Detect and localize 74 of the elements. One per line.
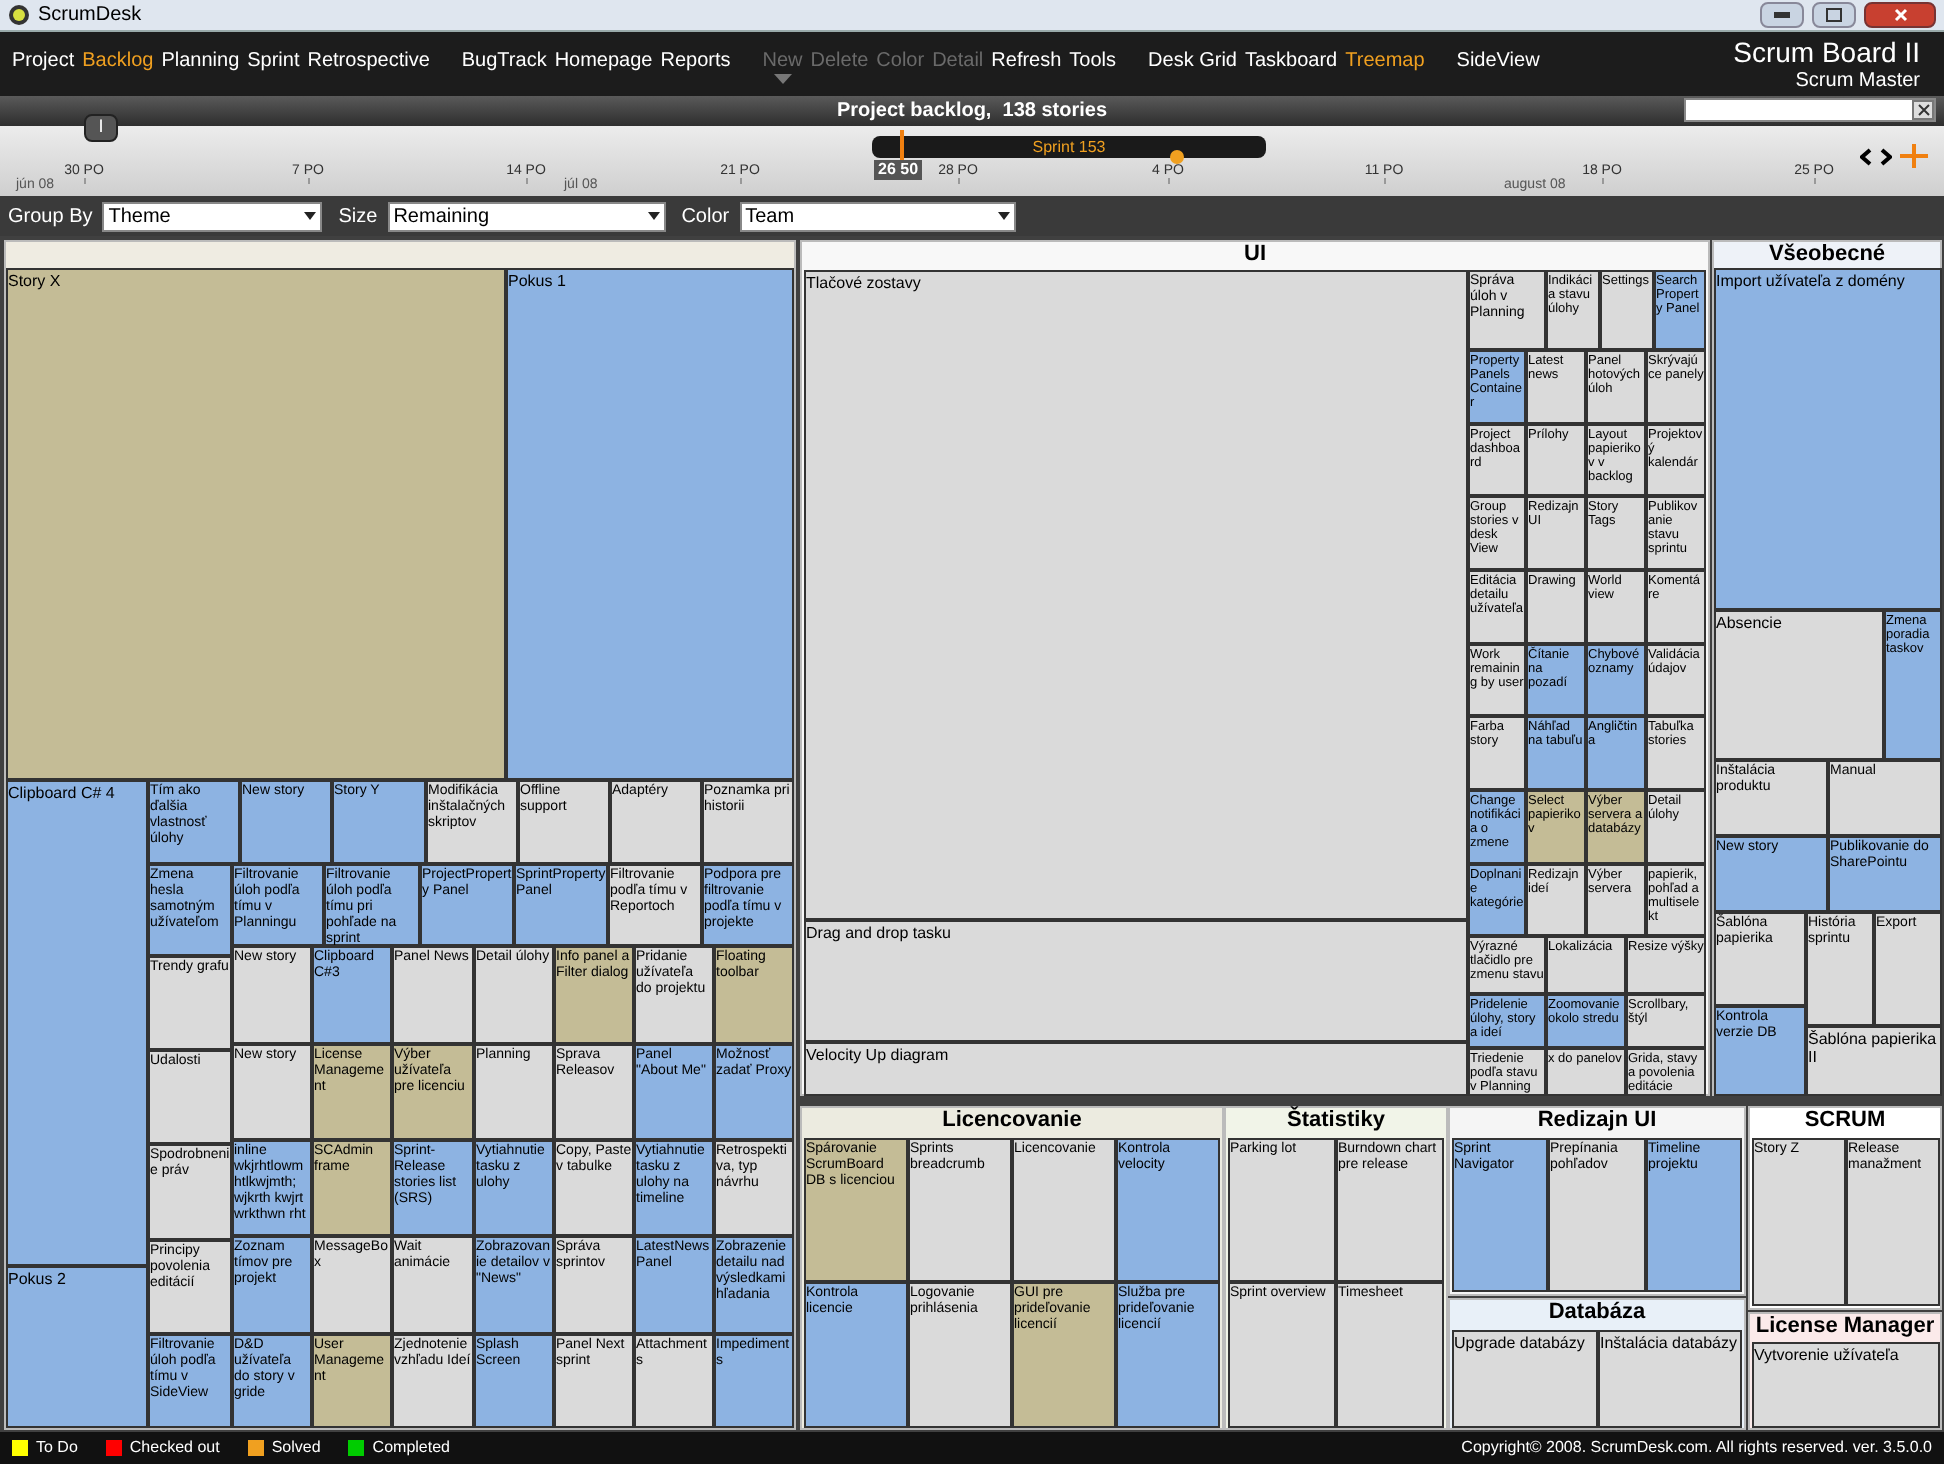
maximize-icon: [1826, 8, 1842, 22]
dropdown-caret-icon: [773, 74, 792, 84]
menu-item[interactable]: Backlog: [82, 50, 154, 74]
story-tile[interactable]: Pokus 2: [6, 1266, 148, 1428]
menu-item: Delete: [810, 50, 869, 74]
caret-icon: [997, 212, 1010, 220]
theme-title: Licencovanie: [940, 1108, 1084, 1134]
caret-icon: [647, 212, 660, 220]
sprint-bar[interactable]: Sprint 153: [872, 136, 1266, 158]
story-tile[interactable]: Šablóna papierika II: [1806, 1026, 1942, 1096]
theme-title: Databáza: [1546, 1300, 1648, 1326]
field-label: Group By: [8, 203, 93, 231]
backlog-title: Project backlog, 138 stories: [836, 98, 1108, 126]
clear-icon: [1917, 104, 1929, 116]
menu-item[interactable]: Sprint: [247, 50, 300, 74]
clear-button[interactable]: [1912, 100, 1934, 120]
story-tile[interactable]: Vytvorenie užívateľa: [1752, 1342, 1940, 1428]
menu-item[interactable]: Planning: [161, 50, 240, 74]
menu-item: Detail: [932, 50, 984, 74]
scroll-right-icon[interactable]: [1880, 147, 1892, 165]
menu-item[interactable]: Refresh: [991, 50, 1062, 74]
menu-item[interactable]: Reports: [660, 50, 731, 74]
story-tile[interactable]: Tlačové zostavy: [804, 270, 1468, 920]
today-label: 26 50: [874, 160, 923, 180]
copyright-text: Copyright© 2008. ScrumDesk.com. All rights reserved. ver. 3.5.0.0: [1461, 1436, 1932, 1460]
search-field[interactable]: [1684, 98, 1936, 122]
legend-label: Completed: [372, 1436, 450, 1460]
minimize-button[interactable]: [1760, 2, 1804, 28]
menu-item: Color: [876, 50, 925, 74]
field-label: Color: [681, 203, 730, 231]
theme-title: Všeobecné: [1766, 242, 1888, 268]
story-tile[interactable]: Velocity Up diagram: [804, 1042, 1468, 1096]
minimize-icon: [1774, 12, 1790, 18]
menu-item[interactable]: SideView: [1456, 50, 1540, 74]
menu-item[interactable]: Tools: [1069, 50, 1117, 74]
legend-label: Checked out: [129, 1436, 220, 1460]
menu-item[interactable]: Homepage: [554, 50, 653, 74]
menu-item[interactable]: BugTrack: [461, 50, 547, 74]
story-tile[interactable]: Inštalácia databázy: [1598, 1330, 1742, 1428]
timeline-handle[interactable]: I: [84, 114, 118, 142]
close-icon: [1893, 8, 1907, 22]
story-tile[interactable]: Clipboard C# 4: [6, 780, 148, 1266]
legend-label: To Do: [36, 1436, 78, 1460]
window-title: ScrumDesk: [38, 2, 142, 30]
theme-title: Redizajn UI: [1535, 1108, 1659, 1134]
menu-item[interactable]: Project: [12, 50, 75, 74]
board-title: Scrum Board II: [1733, 36, 1920, 70]
story-tile[interactable]: Absencie: [1714, 610, 1884, 760]
menu-item[interactable]: Treemap: [1345, 50, 1425, 74]
dropdown-field[interactable]: Theme: [102, 201, 323, 231]
story-tile[interactable]: Upgrade databázy: [1452, 1330, 1598, 1428]
field-label: Size: [338, 203, 378, 231]
caret-icon: [304, 212, 317, 220]
menu-item[interactable]: Desk Grid: [1148, 50, 1237, 74]
menu-item[interactable]: Taskboard: [1244, 50, 1338, 74]
scroll-left-icon[interactable]: [1860, 147, 1872, 165]
theme-title: Štatistiky: [1285, 1108, 1387, 1134]
theme-title: License Manager: [1753, 1314, 1937, 1340]
user-role: Scrum Master: [1795, 70, 1920, 94]
dropdown-field[interactable]: Remaining: [387, 201, 666, 231]
story-tile[interactable]: Drag and drop tasku: [804, 920, 1468, 1042]
today-marker: [900, 130, 904, 160]
theme-title: UI: [1242, 242, 1268, 268]
menu-item[interactable]: Retrospective: [307, 50, 430, 74]
theme-title: SCRUM: [1802, 1108, 1888, 1134]
legend-label: Solved: [271, 1436, 321, 1460]
story-tile[interactable]: Story X: [6, 268, 506, 780]
app-icon: [8, 4, 30, 26]
dropdown-field[interactable]: Team: [739, 201, 1016, 231]
menu-item: New: [762, 50, 803, 84]
story-tile[interactable]: Pokus 1: [506, 268, 794, 780]
close-button[interactable]: [1864, 2, 1936, 28]
maximize-button[interactable]: [1812, 2, 1856, 28]
story-tile[interactable]: Import užívateľa z domény: [1714, 268, 1942, 610]
